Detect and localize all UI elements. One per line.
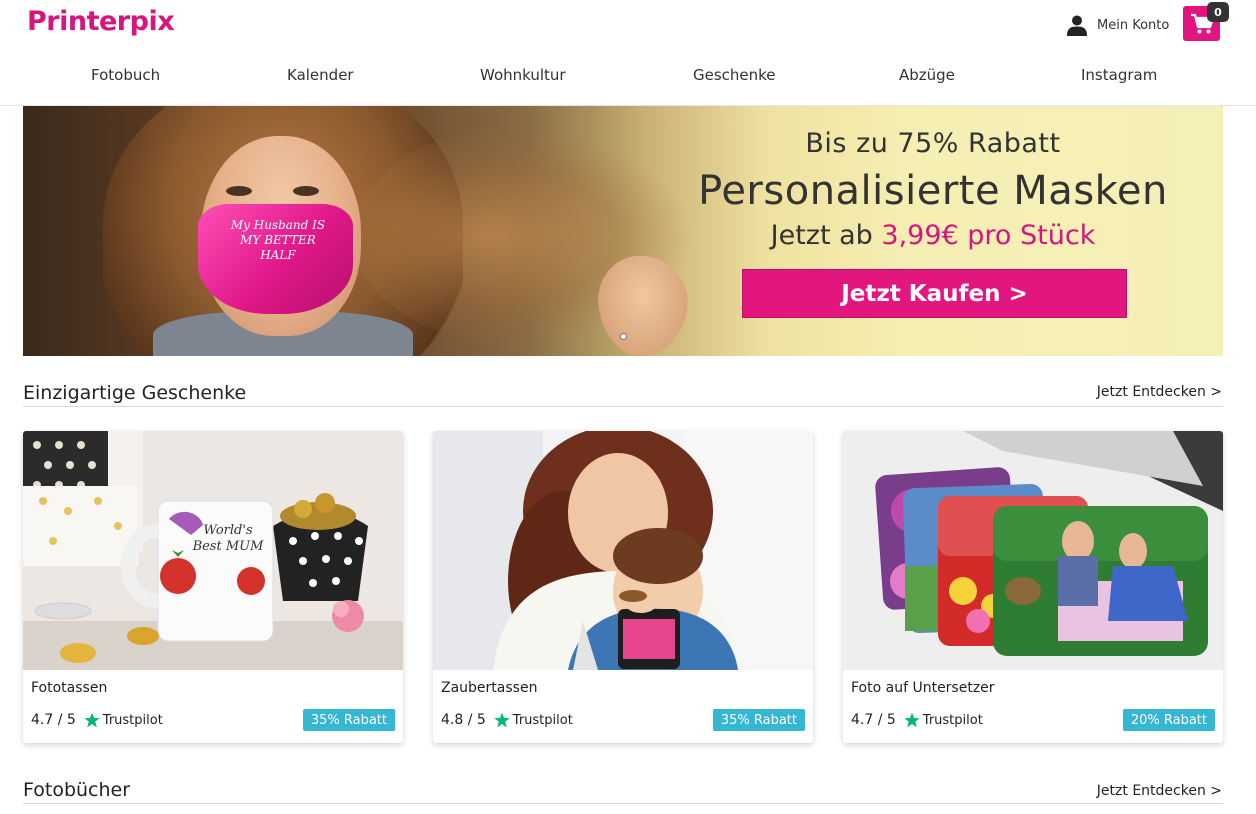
- product-card-zaubertassen[interactable]: Zaubertassen 4.8 / 5 Trustpilot 35% Raba…: [433, 431, 813, 743]
- discover-photobooks-link[interactable]: Jetzt Entdecken >: [1097, 783, 1222, 799]
- hero-price-highlight: 3,99€ pro Stück: [881, 220, 1096, 251]
- hero-photo-eye: [226, 186, 252, 196]
- nav-item-instagram[interactable]: Instagram: [1081, 66, 1157, 84]
- section-title-photobooks: Fotobücher: [23, 779, 131, 801]
- discover-gifts-link[interactable]: Jetzt Entdecken >: [1097, 384, 1222, 400]
- mug-print-text: World's Best MUM: [192, 523, 264, 554]
- cart-count-badge: 0: [1207, 2, 1229, 22]
- main-nav: Fotobuch Kalender Wohnkultur Geschenke A…: [0, 66, 1256, 90]
- hero-photo-eye: [293, 186, 319, 196]
- nav-item-wohnkultur[interactable]: Wohnkultur: [480, 66, 566, 84]
- hero-title: Personalisierte Masken: [698, 168, 1168, 214]
- hero-photo-hand: [598, 256, 688, 356]
- product-name: Fototassen: [31, 680, 108, 696]
- rating-value: 4.7 / 5: [31, 712, 76, 728]
- trustpilot-star-icon: [904, 712, 920, 728]
- section-title-gifts: Einzigartige Geschenke: [23, 382, 247, 404]
- nav-item-kalender[interactable]: Kalender: [287, 66, 354, 84]
- product-name: Foto auf Untersetzer: [851, 680, 995, 696]
- carousel-dot[interactable]: [620, 333, 627, 340]
- trustpilot-label: Trustpilot: [922, 712, 983, 728]
- discount-badge: 20% Rabatt: [1122, 709, 1215, 731]
- mother-child-image: [433, 431, 813, 670]
- product-name: Zaubertassen: [441, 680, 538, 696]
- hero-banner[interactable]: My Husband IS MY BETTER HALF Bis zu 75% …: [23, 106, 1223, 356]
- account-link[interactable]: Mein Konto: [1066, 14, 1169, 36]
- nav-item-fotobuch[interactable]: Fotobuch: [91, 66, 160, 84]
- trustpilot-label: Trustpilot: [102, 712, 163, 728]
- section-divider: [23, 406, 1223, 407]
- trustpilot-star-icon: [84, 712, 100, 728]
- trustpilot-label: Trustpilot: [512, 712, 573, 728]
- rating-value: 4.8 / 5: [441, 712, 486, 728]
- product-rating: 4.8 / 5 Trustpilot: [441, 712, 573, 728]
- person-icon: [1067, 15, 1087, 36]
- product-rating: 4.7 / 5 Trustpilot: [31, 712, 163, 728]
- discount-badge: 35% Rabatt: [302, 709, 395, 731]
- face-mask-print: My Husband IS MY BETTER HALF: [230, 218, 326, 262]
- discount-badge: 35% Rabatt: [712, 709, 805, 731]
- printerpix-logo[interactable]: Printerpix: [27, 6, 175, 37]
- hero-price: Jetzt ab 3,99€ pro Stück: [663, 220, 1203, 251]
- rating-value: 4.7 / 5: [851, 712, 896, 728]
- product-card-untersetzer[interactable]: Foto auf Untersetzer 4.7 / 5 Trustpilot …: [843, 431, 1223, 743]
- trustpilot-star-icon: [494, 712, 510, 728]
- section-divider: [23, 803, 1223, 804]
- coasters-image: [843, 431, 1223, 670]
- hero-subtitle: Bis zu 75% Rabatt: [805, 128, 1061, 159]
- site-header: Printerpix Mein Konto 0 Fotobuch Kalende…: [0, 0, 1256, 106]
- product-rating: 4.7 / 5 Trustpilot: [851, 712, 983, 728]
- product-card-fototassen[interactable]: World's Best MUM Fototassen 4.7 / 5 Trus…: [23, 431, 403, 743]
- hero-price-prefix: Jetzt ab: [770, 220, 882, 251]
- mug-image: World's Best MUM: [23, 431, 403, 670]
- nav-item-abzuege[interactable]: Abzüge: [899, 66, 955, 84]
- nav-item-geschenke[interactable]: Geschenke: [693, 66, 776, 84]
- buy-now-button[interactable]: Jetzt Kaufen >: [742, 269, 1127, 318]
- account-label: Mein Konto: [1097, 17, 1170, 33]
